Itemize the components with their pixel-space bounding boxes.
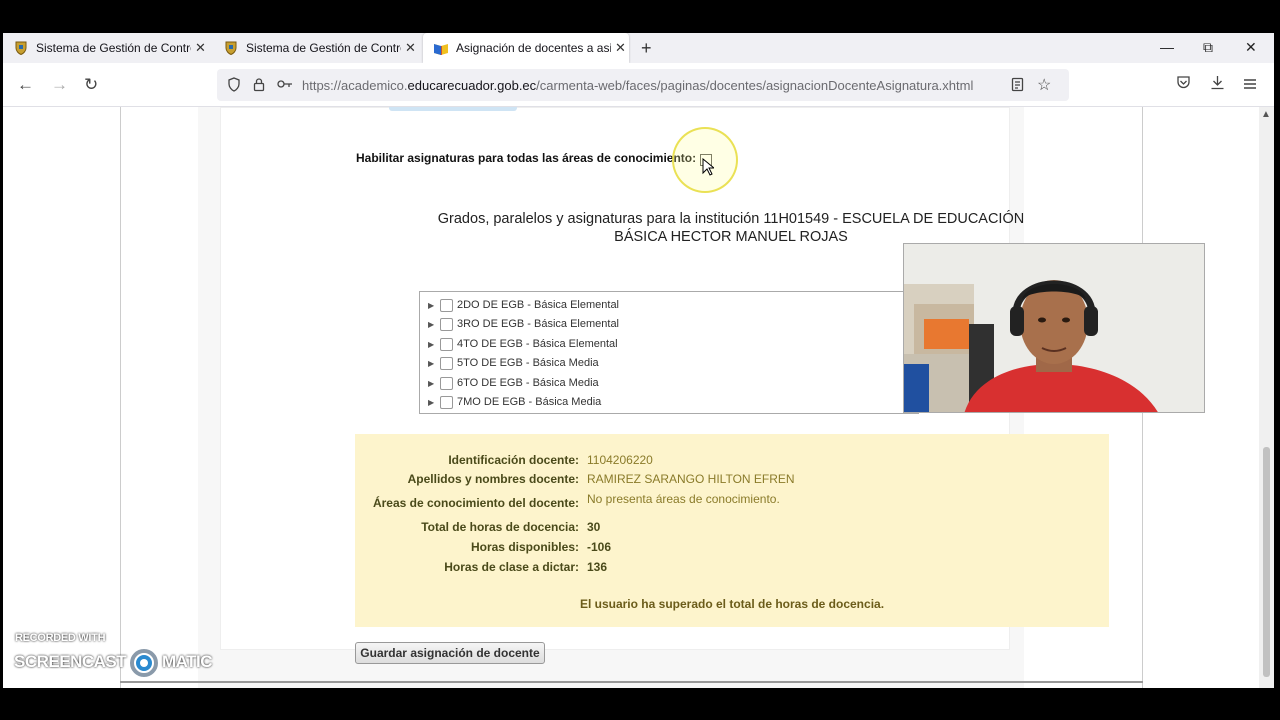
- new-tab-button[interactable]: +: [641, 38, 652, 59]
- vertical-scrollbar[interactable]: ▲: [1259, 107, 1274, 688]
- bookmark-star-icon[interactable]: ☆: [1037, 75, 1051, 95]
- class-hours-label: Horas de clase a dictar:: [444, 560, 579, 574]
- navigation-bar: ← → ↻ https://academico.educarecuador.go…: [3, 63, 1274, 107]
- grades-tree: ▶ 2DO DE EGB - Básica Elemental ▶ 3RO DE E…: [419, 291, 919, 414]
- close-tab-icon[interactable]: ✕: [405, 40, 416, 56]
- shield-icon[interactable]: [227, 77, 241, 95]
- tree-checkbox[interactable]: [440, 376, 453, 390]
- expand-triangle-icon[interactable]: ▶: [428, 359, 440, 368]
- hours-warning-message: El usuario ha superado el total de horas…: [579, 597, 885, 611]
- tree-checkbox[interactable]: [440, 395, 453, 409]
- minimize-button[interactable]: —: [1160, 39, 1174, 55]
- tree-checkbox[interactable]: [440, 317, 453, 331]
- previous-button-edge[interactable]: [389, 107, 517, 111]
- tree-node-label: 2DO DE EGB - Básica Elemental: [457, 299, 620, 311]
- expand-triangle-icon[interactable]: ▶: [428, 340, 440, 349]
- id-label: Identificación docente:: [448, 453, 579, 467]
- watermark-screencast: SCREENCAST: [14, 652, 127, 671]
- ecuador-shield-icon: [13, 40, 29, 56]
- mouse-cursor-icon: [702, 158, 714, 176]
- tab-sistema-1[interactable]: Sistema de Gestión de Control E ✕: [3, 33, 209, 63]
- expand-triangle-icon[interactable]: ▶: [428, 379, 440, 388]
- tree-node-label: 6TO DE EGB - Básica Media: [457, 377, 599, 389]
- available-hours-value: -106: [587, 540, 612, 554]
- url-prefix: https://academico.: [302, 78, 408, 93]
- tree-node-label: 5TO DE EGB - Básica Media: [457, 357, 599, 369]
- tree-checkbox[interactable]: [440, 356, 453, 370]
- webcam-overlay: [903, 243, 1205, 413]
- tree-node[interactable]: ▶ 2DO DE EGB - Básica Elemental: [428, 296, 619, 314]
- save-assignment-button[interactable]: Guardar asignación de docente: [355, 642, 545, 664]
- lock-icon[interactable]: [253, 77, 265, 95]
- watermark-matic: MATIC: [162, 652, 213, 671]
- tab-title: Sistema de Gestión de Control E: [246, 41, 401, 55]
- areas-label: Áreas de conocimiento del docente:: [372, 496, 579, 510]
- url-domain: educarecuador.gob.ec: [407, 78, 537, 93]
- grades-title: Grados, paralelos y asignaturas para la …: [423, 210, 1039, 246]
- close-tab-icon[interactable]: ✕: [195, 40, 206, 56]
- id-value: 1104206220: [587, 453, 653, 467]
- watermark-recorded-with: RECORDED WITH: [15, 632, 106, 644]
- tree-node[interactable]: ▶ 5TO DE EGB - Básica Media: [428, 354, 599, 372]
- tab-asignacion[interactable]: Asignación de docentes a asign ✕: [423, 33, 629, 63]
- close-window-button[interactable]: ✕: [1245, 39, 1257, 56]
- downloads-icon[interactable]: [1210, 75, 1225, 95]
- expand-triangle-icon[interactable]: ▶: [428, 301, 440, 310]
- url-path: /carmenta-web/faces/paginas/docentes/asi…: [536, 78, 974, 93]
- ecuador-shield-icon: [223, 40, 239, 56]
- tab-strip: Sistema de Gestión de Control E ✕ Sistem…: [3, 33, 1274, 63]
- total-hours-value: 30: [587, 520, 601, 534]
- tree-node-label: 7MO DE EGB - Básica Media: [457, 396, 602, 408]
- tree-node-label: 4TO DE EGB - Básica Elemental: [457, 338, 618, 350]
- forward-arrow-icon[interactable]: →: [51, 75, 68, 95]
- tree-node[interactable]: ▶ 6TO DE EGB - Básica Media: [428, 374, 599, 392]
- footer-divider: [120, 681, 1143, 683]
- name-label: Apellidos y nombres docente:: [407, 472, 579, 486]
- reload-icon[interactable]: ↻: [84, 75, 98, 95]
- screencast-o-matic-logo-icon: [128, 647, 160, 679]
- tree-node-label: 3RO DE EGB - Básica Elemental: [457, 318, 620, 330]
- book-icon: [433, 40, 449, 56]
- restore-button[interactable]: ⧉: [1203, 39, 1213, 56]
- expand-triangle-icon[interactable]: ▶: [428, 320, 440, 329]
- teacher-info-panel: Identificación docente: 1104206220 Apell…: [355, 434, 1109, 627]
- reader-view-icon[interactable]: [1011, 77, 1024, 95]
- screen-frame: Sistema de Gestión de Control E ✕ Sistem…: [0, 0, 1280, 720]
- enable-all-areas-label: Habilitar asignaturas para todas las áre…: [356, 151, 697, 165]
- scrollbar-thumb[interactable]: [1263, 447, 1270, 677]
- grades-title-line1: Grados, paralelos y asignaturas para la …: [437, 211, 1025, 227]
- areas-value: No presenta áreas de conocimiento.: [587, 492, 780, 506]
- scroll-up-arrow-icon[interactable]: ▲: [1261, 109, 1271, 120]
- pocket-icon[interactable]: [1176, 75, 1191, 95]
- tab-sistema-2[interactable]: Sistema de Gestión de Control E ✕: [213, 33, 419, 63]
- back-arrow-icon[interactable]: ←: [17, 75, 34, 95]
- tab-title: Asignación de docentes a asign: [456, 41, 611, 55]
- close-tab-icon[interactable]: ✕: [615, 40, 626, 56]
- address-bar[interactable]: https://academico.educarecuador.gob.ec/c…: [217, 69, 1069, 101]
- tree-node[interactable]: ▶ 4TO DE EGB - Básica Elemental: [428, 335, 618, 353]
- key-icon[interactable]: [277, 77, 293, 93]
- tree-node[interactable]: ▶ 7MO DE EGB - Básica Media: [428, 393, 601, 411]
- webcam-person-image: [904, 244, 1204, 412]
- url-text[interactable]: https://academico.educarecuador.gob.ec/c…: [302, 78, 973, 93]
- tab-title: Sistema de Gestión de Control E: [36, 41, 191, 55]
- tree-node[interactable]: ▶ 3RO DE EGB - Básica Elemental: [428, 315, 619, 333]
- menu-icon[interactable]: [1243, 75, 1257, 95]
- available-hours-label: Horas disponibles:: [470, 540, 579, 554]
- total-hours-label: Total de horas de docencia:: [421, 520, 579, 534]
- class-hours-value: 136: [587, 560, 608, 574]
- tree-checkbox[interactable]: [440, 337, 453, 351]
- tree-checkbox[interactable]: [440, 298, 453, 312]
- name-value: RAMIREZ SARANGO HILTON EFREN: [587, 472, 795, 486]
- expand-triangle-icon[interactable]: ▶: [428, 398, 440, 407]
